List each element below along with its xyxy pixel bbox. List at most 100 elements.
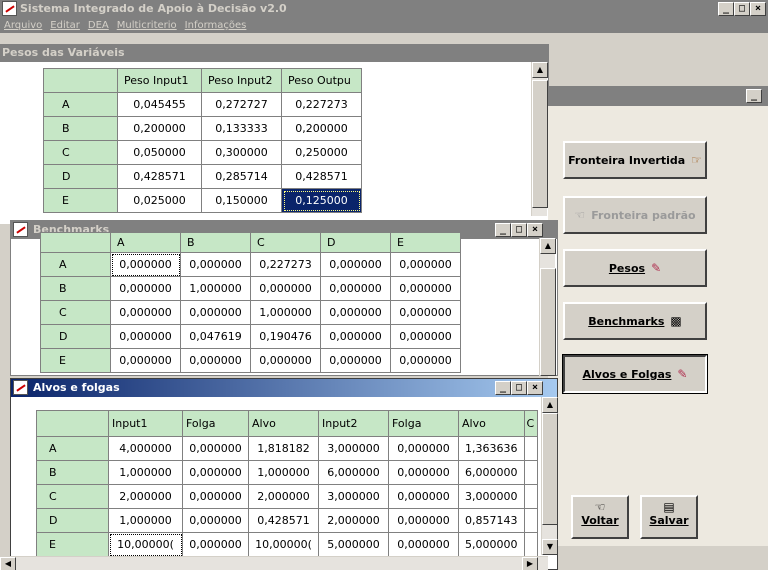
menu-dea[interactable]: DEA — [88, 18, 109, 33]
pesos-cell[interactable]: 0,428571 — [281, 164, 362, 189]
pesos-cell[interactable]: 0,133333 — [201, 116, 282, 141]
benchmarks-close-button[interactable]: × — [527, 223, 543, 237]
pesos-cell-selected[interactable]: 0,125000 — [281, 188, 362, 213]
pesos-row-label[interactable]: D — [43, 164, 118, 189]
alvos-minimize-button[interactable]: _ — [495, 381, 511, 395]
benchmarks-cell[interactable]: 0,000000 — [110, 300, 181, 325]
benchmarks-scrollbar[interactable]: ▲ — [539, 238, 556, 376]
alvos-scrollbar[interactable]: ▲ ▼ — [541, 397, 558, 555]
alvos-cell[interactable]: 0,000000 — [182, 484, 249, 509]
alvos-cell[interactable]: 1,000000 — [108, 508, 183, 533]
alvos-row-label[interactable]: A — [36, 436, 109, 461]
benchmarks-cell[interactable]: 0,000000 — [320, 348, 391, 373]
voltar-button[interactable]: ☜ Voltar — [571, 495, 629, 539]
alvos-cell[interactable]: 10,00000( — [248, 532, 319, 557]
benchmarks-cell[interactable]: 0,000000 — [320, 300, 391, 325]
restore-button[interactable]: □ — [734, 2, 750, 16]
pesos-cell[interactable]: 0,150000 — [201, 188, 282, 213]
benchmarks-row-label[interactable]: A — [40, 252, 111, 277]
pesos-cell[interactable]: 0,050000 — [117, 140, 202, 165]
alvos-cell[interactable]: 0,000000 — [182, 532, 249, 557]
alvos-cell[interactable]: 3,000000 — [318, 484, 389, 509]
benchmarks-col-header[interactable]: D — [320, 232, 391, 253]
pesos-scrollbar[interactable]: ▲ — [531, 62, 548, 216]
fronteira-padrao-button[interactable]: ☜ Fronteira padrão — [563, 196, 707, 234]
alvos-cell[interactable]: 6,000000 — [458, 460, 525, 485]
alvos-cell[interactable] — [523, 436, 538, 461]
alvos-col-header[interactable]: Input1 — [108, 410, 183, 437]
fronteira-invertida-button[interactable]: Fronteira Invertida ☞ — [563, 141, 707, 179]
benchmarks-cell[interactable]: 0,000000 — [110, 252, 181, 277]
benchmarks-col-header[interactable]: C — [250, 232, 321, 253]
alvos-cell[interactable]: 0,000000 — [388, 508, 459, 533]
benchmarks-cell[interactable]: 0,000000 — [390, 348, 461, 373]
right-panel-minimize-button[interactable]: _ — [746, 89, 762, 103]
pesos-cell[interactable]: 0,025000 — [117, 188, 202, 213]
salvar-button[interactable]: ▤ Salvar — [640, 495, 698, 539]
alvos-cell[interactable]: 2,000000 — [318, 508, 389, 533]
scroll-up-icon[interactable]: ▲ — [540, 238, 556, 254]
benchmarks-row-label[interactable]: D — [40, 324, 111, 349]
benchmarks-maximize-button[interactable]: □ — [511, 223, 527, 237]
benchmarks-button[interactable]: Benchmarks ▩ — [563, 302, 707, 340]
alvos-col-header[interactable]: Alvo — [248, 410, 319, 437]
benchmarks-cell[interactable]: 0,000000 — [390, 276, 461, 301]
benchmarks-cell[interactable]: 0,000000 — [180, 348, 251, 373]
pesos-col-header[interactable]: Peso Input2 — [201, 68, 282, 93]
alvos-cell[interactable]: 2,000000 — [248, 484, 319, 509]
alvos-cell[interactable] — [523, 484, 538, 509]
benchmarks-cell[interactable]: 0,000000 — [180, 300, 251, 325]
pesos-col-header[interactable]: Peso Outpu — [281, 68, 362, 93]
alvos-col-header[interactable]: Alvo — [458, 410, 525, 437]
benchmarks-row-label[interactable]: E — [40, 348, 111, 373]
benchmarks-cell[interactable]: 0,190476 — [250, 324, 321, 349]
alvos-cell[interactable]: 0,000000 — [182, 508, 249, 533]
alvos-cell[interactable] — [523, 532, 538, 557]
alvos-cell[interactable] — [523, 508, 538, 533]
alvos-cell[interactable]: 0,857143 — [458, 508, 525, 533]
pesos-cell[interactable]: 0,045455 — [117, 92, 202, 117]
benchmarks-cell[interactable]: 0,227273 — [250, 252, 321, 277]
scroll-down-icon[interactable]: ▼ — [542, 539, 558, 555]
pesos-col-header[interactable]: Peso Input1 — [117, 68, 202, 93]
alvos-cell[interactable]: 5,000000 — [318, 532, 389, 557]
alvos-col-header[interactable]: Input2 — [318, 410, 389, 437]
alvos-cell[interactable]: 5,000000 — [458, 532, 525, 557]
benchmarks-cell[interactable]: 1,000000 — [250, 300, 321, 325]
scroll-thumb[interactable] — [540, 268, 556, 376]
scroll-left-icon[interactable]: ◀ — [0, 557, 16, 570]
benchmarks-cell[interactable]: 0,047619 — [180, 324, 251, 349]
scroll-thumb[interactable] — [542, 413, 558, 525]
pesos-cell[interactable]: 0,300000 — [201, 140, 282, 165]
alvos-cell[interactable]: 0,000000 — [388, 436, 459, 461]
menu-editar[interactable]: Editar — [50, 18, 80, 33]
alvos-cell[interactable]: 2,000000 — [108, 484, 183, 509]
pesos-row-label[interactable]: E — [43, 188, 118, 213]
menu-multicriterio[interactable]: Multicriterio — [117, 18, 177, 33]
benchmarks-cell[interactable]: 0,000000 — [320, 276, 391, 301]
alvos-cell[interactable]: 3,000000 — [318, 436, 389, 461]
benchmarks-cell[interactable]: 0,000000 — [320, 252, 391, 277]
alvos-cell[interactable]: 0,000000 — [388, 460, 459, 485]
pesos-row-label[interactable]: C — [43, 140, 118, 165]
benchmarks-cell[interactable]: 0,000000 — [110, 276, 181, 301]
alvos-cell[interactable]: 3,000000 — [458, 484, 525, 509]
benchmarks-cell[interactable]: 0,000000 — [250, 276, 321, 301]
pesos-cell[interactable]: 0,285714 — [201, 164, 282, 189]
alvos-row-label[interactable]: D — [36, 508, 109, 533]
alvos-col-header[interactable]: C — [523, 410, 538, 437]
benchmarks-cell[interactable]: 1,000000 — [180, 276, 251, 301]
benchmarks-cell[interactable]: 0,000000 — [390, 300, 461, 325]
alvos-cell[interactable]: 10,00000( — [108, 532, 183, 557]
benchmarks-cell[interactable]: 0,000000 — [390, 324, 461, 349]
benchmarks-cell[interactable]: 0,000000 — [390, 252, 461, 277]
benchmarks-minimize-button[interactable]: _ — [495, 223, 511, 237]
menu-informacoes[interactable]: Informações — [185, 18, 247, 33]
close-button[interactable]: × — [750, 2, 766, 16]
benchmarks-cell[interactable]: 0,000000 — [250, 348, 321, 373]
menu-arquivo[interactable]: Arquivo — [4, 18, 42, 33]
scroll-thumb[interactable] — [532, 80, 548, 208]
scroll-up-icon[interactable]: ▲ — [532, 62, 548, 78]
alvos-cell[interactable]: 0,000000 — [182, 436, 249, 461]
alvos-cell[interactable]: 1,818182 — [248, 436, 319, 461]
